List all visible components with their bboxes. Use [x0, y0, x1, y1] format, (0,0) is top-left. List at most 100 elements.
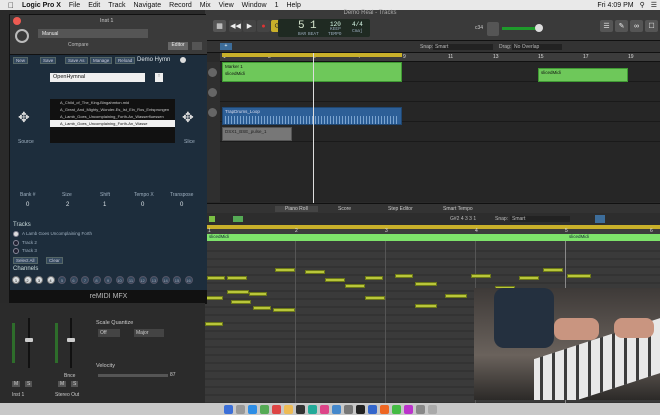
midi-note[interactable] — [249, 292, 267, 296]
mute-button[interactable]: M — [12, 381, 21, 387]
maps-icon[interactable] — [307, 404, 317, 414]
param-value[interactable]: 2 — [66, 202, 69, 208]
audio-region[interactable]: DSX1_BSE_pulse_1 — [222, 127, 292, 141]
playhead[interactable] — [313, 53, 314, 203]
file-item[interactable]: A_Lamb_Goes_Uncomplaining_Forth-An_Wasse… — [50, 113, 175, 120]
midi-note[interactable] — [543, 268, 563, 272]
midi-note[interactable] — [207, 276, 225, 280]
scale-select[interactable]: Major — [134, 329, 164, 337]
app-icon[interactable] — [379, 404, 389, 414]
region-bar[interactable]: slicedMidi — [205, 234, 565, 241]
tab-piano-roll[interactable]: Piano Roll — [275, 206, 318, 212]
track-area[interactable]: Marker 1 slicedMidi slicedMidi TrapDrums… — [205, 62, 660, 202]
clock[interactable]: Fri 4:09 PM — [597, 2, 633, 9]
param-value[interactable]: 0 — [180, 202, 183, 208]
editor-button[interactable]: Editor — [168, 42, 188, 50]
channel-button[interactable]: 2 — [23, 276, 32, 284]
downloads-icon[interactable] — [415, 404, 425, 414]
midi-note[interactable] — [205, 296, 223, 300]
midi-note[interactable] — [273, 308, 295, 312]
finder-icon[interactable] — [223, 404, 233, 414]
cycle-strip[interactable] — [205, 225, 660, 229]
menu-navigate[interactable]: Navigate — [134, 2, 162, 9]
channel-button[interactable]: 10 — [115, 276, 124, 284]
menu-window[interactable]: Window — [242, 2, 267, 9]
library-icon[interactable]: ▦ — [213, 20, 226, 32]
tab-step-editor[interactable]: Step Editor — [388, 206, 413, 212]
param-value[interactable]: 1 — [103, 202, 106, 208]
midi-note[interactable] — [365, 276, 383, 280]
track-lane[interactable] — [220, 82, 660, 102]
file-list[interactable]: A_Child_of_The_King-Bingahmton.mid A_Gre… — [50, 99, 175, 143]
preset-select[interactable]: Manual — [38, 29, 148, 38]
midi-in-button[interactable] — [233, 216, 243, 222]
save-button[interactable]: Save — [40, 57, 57, 64]
tuner-icon[interactable] — [487, 22, 499, 36]
browser-icon[interactable]: ☐ — [645, 20, 658, 32]
volume-knob[interactable] — [535, 24, 543, 32]
region-color-swatch[interactable] — [209, 216, 215, 222]
channel-button[interactable]: 6 — [69, 276, 78, 284]
calendar-icon[interactable] — [271, 404, 281, 414]
launchpad-icon[interactable] — [235, 404, 245, 414]
apple-icon[interactable]:  — [8, 1, 14, 10]
midi-note[interactable] — [365, 296, 385, 300]
notes-icon[interactable] — [283, 404, 293, 414]
track-icon[interactable] — [208, 88, 217, 97]
midi-note[interactable] — [231, 300, 251, 304]
channel-button[interactable]: 11 — [127, 276, 135, 284]
move-icon[interactable]: ✥ — [182, 109, 194, 126]
quantize-off-select[interactable]: Off — [98, 329, 120, 337]
midi-note[interactable] — [305, 270, 325, 274]
midi-note[interactable] — [227, 276, 247, 280]
menu-mix[interactable]: Mix — [200, 2, 211, 9]
solo-button[interactable]: S — [71, 381, 79, 387]
file-item[interactable]: A_Child_of_The_King-Bingahmton.mid — [50, 99, 175, 106]
logic-icon[interactable] — [355, 404, 365, 414]
vscode-icon[interactable] — [367, 404, 377, 414]
link-icon[interactable] — [192, 42, 202, 50]
channel-button[interactable]: 14 — [161, 276, 170, 284]
midi-note[interactable] — [325, 278, 345, 282]
up-icon[interactable]: ↑ — [155, 73, 163, 82]
file-item[interactable]: A_Lamb_Goes_Uncomplaining_Forth-An_Wasse — [50, 120, 175, 127]
midi-note[interactable] — [227, 290, 249, 294]
appstore-icon[interactable] — [331, 404, 341, 414]
snap-select[interactable]: Smart — [433, 44, 493, 50]
clear-button[interactable]: Clear — [46, 257, 63, 264]
new-button[interactable]: New — [13, 57, 29, 64]
channel-button[interactable]: 12 — [138, 276, 147, 284]
velocity-slider[interactable] — [98, 374, 168, 377]
menu-record[interactable]: Record — [169, 2, 192, 9]
midi-note[interactable] — [345, 284, 365, 288]
reload-button[interactable]: Reload — [115, 57, 136, 64]
collapse-icon[interactable] — [595, 215, 605, 223]
piano-roll-ruler[interactable]: 1 2 3 4 5 6 — [205, 225, 660, 234]
midi-note[interactable] — [567, 274, 591, 278]
channel-button[interactable]: 13 — [150, 276, 158, 284]
info-icon[interactable] — [180, 57, 186, 63]
menu-edit[interactable]: Edit — [88, 2, 100, 9]
select-all-button[interactable]: Select All — [13, 257, 38, 264]
search-icon[interactable]: ⚲ — [640, 1, 645, 9]
close-icon[interactable] — [13, 17, 21, 25]
app-icon[interactable] — [403, 404, 413, 414]
fader-handle[interactable] — [25, 338, 33, 342]
music-icon[interactable] — [319, 404, 329, 414]
channel-button[interactable]: 8 — [92, 276, 101, 284]
midi-note[interactable] — [519, 276, 539, 280]
midi-note[interactable] — [471, 274, 491, 278]
file-item[interactable]: A_Great_And_Mighty_Wonder-Es_Ist_Ein_Ros… — [50, 106, 175, 113]
region-bar[interactable]: slicedMidi — [565, 234, 660, 241]
play-icon[interactable]: ▶ — [243, 20, 256, 32]
menu-view[interactable]: View — [219, 2, 234, 9]
messages-icon[interactable] — [259, 404, 269, 414]
channel-button[interactable]: 9 — [104, 276, 112, 284]
channel-button[interactable]: 5 — [58, 276, 66, 284]
fader-handle[interactable] — [67, 338, 75, 342]
midi-note[interactable] — [445, 294, 467, 298]
power-icon[interactable] — [15, 29, 29, 43]
safari-icon[interactable] — [247, 404, 257, 414]
save-as-button[interactable]: Save As — [65, 57, 88, 64]
midi-note[interactable] — [253, 306, 271, 310]
